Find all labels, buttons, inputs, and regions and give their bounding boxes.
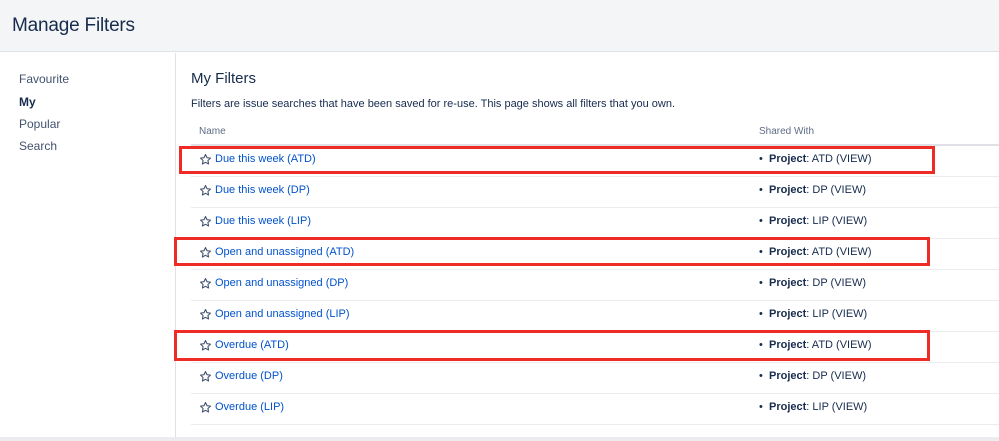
table-row: Due this week (LIP) • Project: LIP (VIEW) [191,208,999,239]
sidebar: Favourite My Popular Search [0,53,176,437]
share-type-label: Project [769,339,807,351]
sidebar-item-my[interactable]: My [19,95,36,109]
page-header: Manage Filters [0,0,999,52]
share-value: : DP (VIEW) [806,370,866,382]
share-type-label: Project [769,184,807,196]
table-row: Due this week (DP) • Project: DP (VIEW) [191,177,999,208]
share-type-label: Project [769,246,807,258]
table-row: Overdue (ATD) • Project: ATD (VIEW) [191,332,999,363]
bullet: • [759,246,763,258]
bullet: • [759,401,763,413]
section-description: Filters are issue searches that have bee… [191,98,676,110]
star-outline-icon[interactable] [199,153,212,166]
bullet: • [759,370,763,382]
star-outline-icon[interactable] [199,370,212,383]
table-row: Open and unassigned (LIP) • Project: LIP (… [191,301,999,332]
share-type-label: Project [769,153,807,165]
filter-name-link[interactable]: Due this week (ATD) [215,153,316,165]
bottom-bar [0,437,999,441]
shared-with-cell: • Project: DP (VIEW) [759,370,866,382]
star-outline-icon[interactable] [199,215,212,228]
bullet: • [759,277,763,289]
share-value: : ATD (VIEW) [806,246,872,258]
filter-name-link[interactable]: Overdue (ATD) [215,339,289,351]
bullet: • [759,339,763,351]
table-row: Overdue (DP) • Project: DP (VIEW) [191,363,999,394]
shared-with-cell: • Project: LIP (VIEW) [759,308,867,320]
table-row: Overdue (LIP) • Project: LIP (VIEW) [191,394,999,425]
share-value: : DP (VIEW) [806,184,866,196]
share-type-label: Project [769,277,807,289]
table-row: Due this week (ATD) • Project: ATD (VIEW) [191,146,999,177]
shared-with-cell: • Project: ATD (VIEW) [759,153,871,165]
star-outline-icon[interactable] [199,308,212,321]
filter-name-link[interactable]: Overdue (LIP) [215,401,284,413]
share-type-label: Project [769,308,807,320]
table-row: Open and unassigned (DP) • Project: DP (VI… [191,270,999,301]
bullet: • [759,308,763,320]
column-header-name[interactable]: Name [199,126,226,137]
shared-with-cell: • Project: ATD (VIEW) [759,339,871,351]
share-value: : ATD (VIEW) [806,339,872,351]
share-value: : LIP (VIEW) [806,308,868,320]
shared-with-cell: • Project: LIP (VIEW) [759,215,867,227]
filter-name-link[interactable]: Due this week (LIP) [215,215,311,227]
share-type-label: Project [769,215,807,227]
share-type-label: Project [769,370,807,382]
table-row: Open and unassigned (ATD) • Project: ATD (… [191,239,999,270]
sidebar-item-favourite[interactable]: Favourite [19,72,69,86]
bullet: • [759,153,763,165]
filter-name-link[interactable]: Overdue (DP) [215,370,283,382]
bullet: • [759,184,763,196]
filter-name-link[interactable]: Open and unassigned (ATD) [215,246,354,258]
filter-name-link[interactable]: Due this week (DP) [215,184,310,196]
filter-name-link[interactable]: Open and unassigned (DP) [215,277,348,289]
section-title: My Filters [191,70,256,87]
share-value: : ATD (VIEW) [806,153,872,165]
share-value: : LIP (VIEW) [806,401,868,413]
star-outline-icon[interactable] [199,401,212,414]
shared-with-cell: • Project: DP (VIEW) [759,277,866,289]
shared-with-cell: • Project: ATD (VIEW) [759,246,871,258]
sidebar-item-popular[interactable]: Popular [19,117,60,131]
shared-with-cell: • Project: DP (VIEW) [759,184,866,196]
star-outline-icon[interactable] [199,246,212,259]
sidebar-item-search[interactable]: Search [19,139,57,153]
main-content: My Filters Filters are issue searches th… [174,53,999,437]
star-outline-icon[interactable] [199,339,212,352]
share-value: : LIP (VIEW) [806,215,868,227]
share-value: : DP (VIEW) [806,277,866,289]
share-type-label: Project [769,401,807,413]
filter-name-link[interactable]: Open and unassigned (LIP) [215,308,350,320]
bullet: • [759,215,763,227]
page-title: Manage Filters [12,15,135,36]
star-outline-icon[interactable] [199,277,212,290]
shared-with-cell: • Project: LIP (VIEW) [759,401,867,413]
column-header-shared-with: Shared With [759,126,815,137]
star-outline-icon[interactable] [199,184,212,197]
